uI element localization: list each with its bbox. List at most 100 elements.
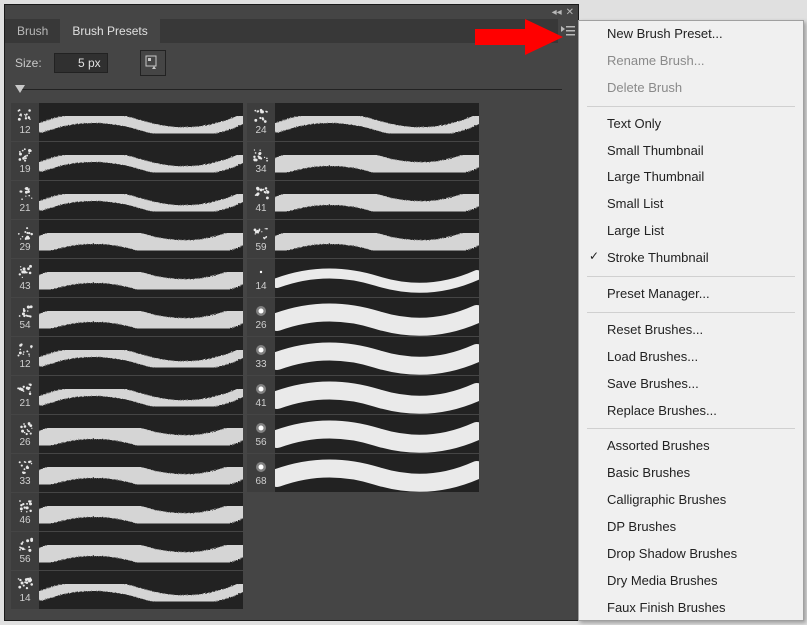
brush-preset-row[interactable]: 24: [247, 103, 479, 141]
brush-tip-icon: [16, 147, 34, 163]
toggle-preview-button[interactable]: [140, 50, 166, 76]
menu-item[interactable]: Basic Brushes: [579, 460, 803, 487]
brush-tip-icon: [16, 420, 34, 436]
brush-thumb: 14: [247, 264, 275, 292]
brush-tip-icon: [252, 147, 270, 163]
brush-tip-icon: [16, 225, 34, 241]
menu-item[interactable]: Calligraphic Brushes: [579, 487, 803, 514]
brush-preset-row[interactable]: 19: [11, 142, 243, 180]
menu-item[interactable]: New Brush Preset...: [579, 21, 803, 48]
brush-size-label: 33: [255, 359, 266, 370]
brush-stroke-preview: [275, 298, 479, 336]
close-icon[interactable]: ✕: [566, 7, 574, 18]
brush-preset-row[interactable]: 21: [11, 376, 243, 414]
brush-preset-row[interactable]: 46: [11, 493, 243, 531]
brush-thumb: 21: [11, 186, 39, 214]
brush-thumb: 14: [11, 576, 39, 604]
brush-preset-row[interactable]: 33: [247, 337, 479, 375]
brush-preset-row[interactable]: 34: [247, 142, 479, 180]
brush-stroke-preview: [39, 103, 243, 141]
brush-column-1: 12 19 21 29 43 54 12 21 26 33 46 56 14: [11, 103, 243, 615]
brush-thumb: 26: [247, 303, 275, 331]
brush-stroke-preview: [39, 571, 243, 609]
brush-tip-icon: [16, 576, 34, 592]
brush-stroke-preview: [39, 415, 243, 453]
brush-preset-row[interactable]: 14: [11, 571, 243, 609]
menu-item[interactable]: Preset Manager...: [579, 281, 803, 308]
menu-item[interactable]: Small List: [579, 191, 803, 218]
brush-size-label: 59: [255, 242, 266, 253]
brush-size-label: 41: [255, 203, 266, 214]
menu-item[interactable]: Large Thumbnail: [579, 164, 803, 191]
menu-item[interactable]: DP Brushes: [579, 514, 803, 541]
menu-item: Delete Brush: [579, 75, 803, 102]
brush-thumb: 43: [11, 264, 39, 292]
brush-tip-icon: [252, 225, 270, 241]
brush-thumb: 54: [11, 303, 39, 331]
brush-preset-row[interactable]: 54: [11, 298, 243, 336]
brush-stroke-preview: [275, 220, 479, 258]
brush-thumb: 34: [247, 147, 275, 175]
brush-preset-row[interactable]: 33: [11, 454, 243, 492]
brush-preset-row[interactable]: 59: [247, 220, 479, 258]
menu-item[interactable]: Faux Finish Brushes: [579, 595, 803, 621]
size-slider[interactable]: [15, 83, 568, 95]
brush-preset-row[interactable]: 41: [247, 181, 479, 219]
brush-tip-icon: [16, 342, 34, 358]
brush-tip-icon: [16, 303, 34, 319]
brush-stroke-preview: [275, 376, 479, 414]
brush-tip-icon: [252, 108, 270, 124]
menu-item[interactable]: Load Brushes...: [579, 344, 803, 371]
brush-size-label: 14: [255, 281, 266, 292]
brush-preset-row[interactable]: 41: [247, 376, 479, 414]
collapse-icon[interactable]: ◂◂: [552, 7, 562, 18]
brush-size-label: 68: [255, 476, 266, 487]
brush-thumb: 33: [11, 459, 39, 487]
brush-preset-row[interactable]: 43: [11, 259, 243, 297]
brush-tip-icon: [16, 264, 34, 280]
brush-thumb: 21: [11, 381, 39, 409]
brush-preset-row[interactable]: 12: [11, 103, 243, 141]
menu-item[interactable]: Stroke Thumbnail: [579, 245, 803, 272]
brush-preset-row[interactable]: 56: [11, 532, 243, 570]
brush-size-label: 21: [19, 398, 30, 409]
brush-thumb: 19: [11, 147, 39, 175]
brush-preset-row[interactable]: 56: [247, 415, 479, 453]
size-input[interactable]: 5 px: [54, 53, 108, 73]
tab-brush-presets[interactable]: Brush Presets: [60, 19, 159, 43]
brush-preset-row[interactable]: 12: [11, 337, 243, 375]
menu-item[interactable]: Drop Shadow Brushes: [579, 541, 803, 568]
brush-preset-row[interactable]: 26: [247, 298, 479, 336]
slider-track: [21, 89, 562, 90]
menu-item[interactable]: Dry Media Brushes: [579, 568, 803, 595]
brush-preset-row[interactable]: 21: [11, 181, 243, 219]
brush-thumb: 46: [11, 498, 39, 526]
menu-item[interactable]: Save Brushes...: [579, 371, 803, 398]
tab-brush[interactable]: Brush: [5, 19, 60, 43]
brush-preset-row[interactable]: 29: [11, 220, 243, 258]
brush-thumb: 41: [247, 186, 275, 214]
brush-stroke-preview: [39, 493, 243, 531]
flyout-menu: New Brush Preset...Rename Brush...Delete…: [578, 20, 804, 621]
brush-size-label: 56: [255, 437, 266, 448]
brush-tip-icon: [252, 420, 270, 436]
brush-size-label: 54: [19, 320, 30, 331]
brush-preset-row[interactable]: 26: [11, 415, 243, 453]
menu-item[interactable]: Reset Brushes...: [579, 317, 803, 344]
menu-separator: [587, 276, 795, 277]
menu-item[interactable]: Assorted Brushes: [579, 433, 803, 460]
menu-item[interactable]: Text Only: [579, 111, 803, 138]
brush-preset-row[interactable]: 14: [247, 259, 479, 297]
brush-thumb: 56: [247, 420, 275, 448]
brush-column-2: 24 34 41 59 14 26 33 41 56 68: [247, 103, 479, 615]
menu-item[interactable]: Small Thumbnail: [579, 138, 803, 165]
red-arrow-annotation: [475, 19, 563, 58]
slider-thumb[interactable]: [15, 85, 25, 93]
brush-thumb: 24: [247, 108, 275, 136]
brush-tip-icon: [252, 264, 270, 280]
brush-thumb: 12: [11, 342, 39, 370]
brush-preset-row[interactable]: 68: [247, 454, 479, 492]
menu-item[interactable]: Replace Brushes...: [579, 398, 803, 425]
menu-item[interactable]: Large List: [579, 218, 803, 245]
brush-thumb: 33: [247, 342, 275, 370]
